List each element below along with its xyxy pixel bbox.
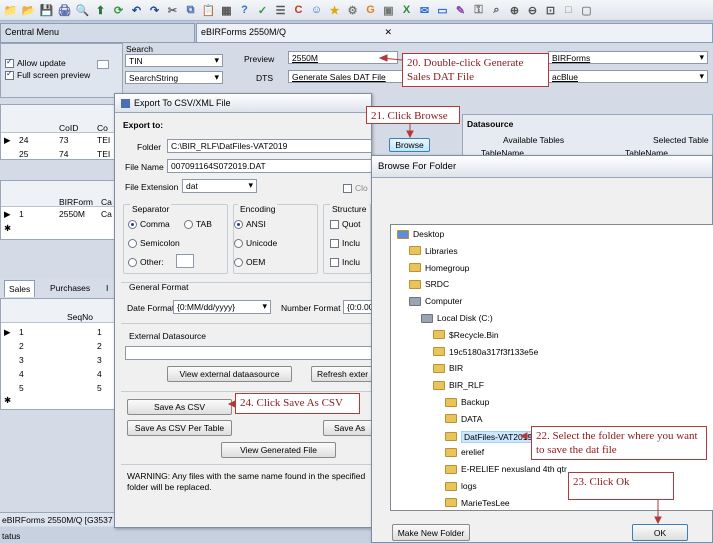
callout-arrows	[227, 54, 662, 525]
